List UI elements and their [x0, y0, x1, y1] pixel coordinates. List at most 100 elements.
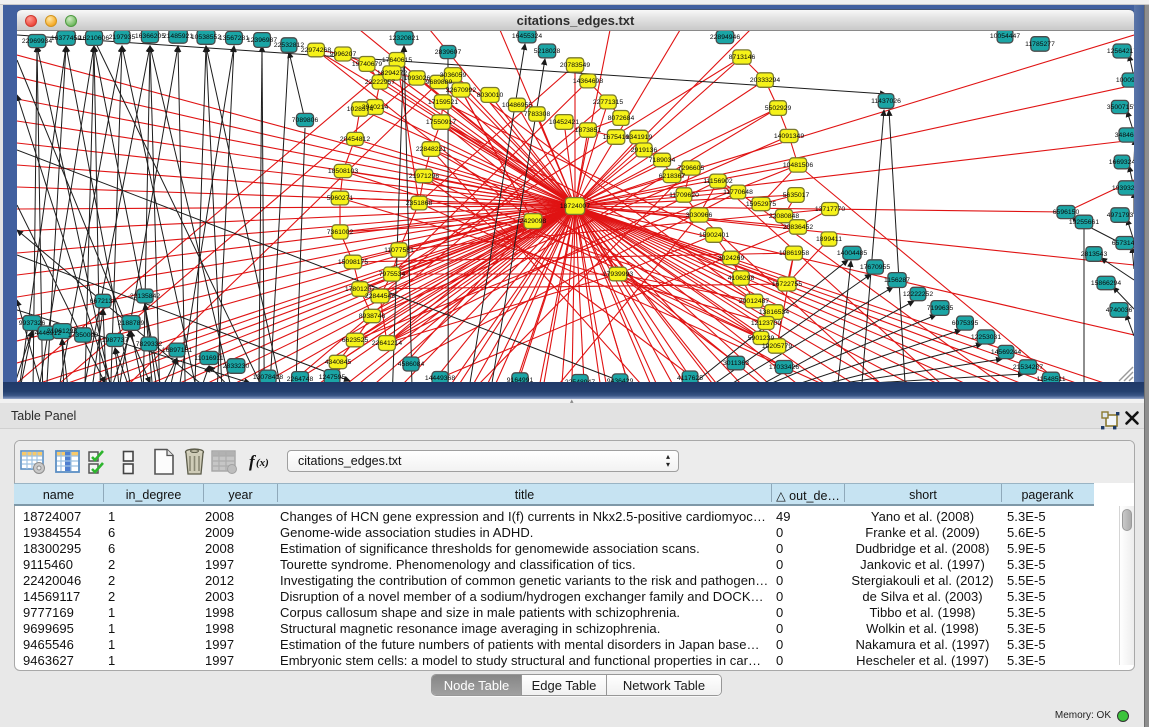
svg-text:4740036: 4740036 [1106, 307, 1133, 314]
svg-text:5901239: 5901239 [748, 335, 775, 342]
svg-text:5218028: 5218028 [534, 48, 561, 55]
svg-text:18508103: 18508103 [328, 168, 358, 175]
svg-text:14569244: 14569244 [991, 349, 1021, 356]
svg-text:9937326: 9937326 [19, 320, 46, 327]
svg-text:4340845: 4340845 [325, 359, 352, 366]
svg-text:16366205: 16366205 [135, 33, 165, 40]
svg-text:18294272: 18294272 [377, 70, 407, 77]
svg-text:22894946: 22894946 [710, 34, 740, 41]
svg-text:14004485: 14004485 [837, 250, 867, 257]
svg-text:17939993: 17939993 [603, 271, 633, 278]
svg-text:7189034: 7189034 [649, 157, 676, 164]
svg-text:20454812: 20454812 [340, 136, 370, 143]
svg-text:11077581: 11077581 [384, 247, 414, 254]
svg-text:9164991: 9164991 [507, 377, 534, 382]
svg-text:12222252: 12222252 [903, 291, 933, 298]
svg-text:8072684: 8072684 [608, 115, 635, 122]
svg-text:15952975: 15952975 [746, 201, 776, 208]
svg-text:11785277: 11785277 [1025, 41, 1055, 48]
svg-text:22844545: 22844545 [365, 293, 395, 300]
svg-text:6672134: 6672134 [90, 298, 117, 305]
svg-text:16722755: 16722755 [772, 281, 802, 288]
svg-text:17033426: 17033426 [769, 364, 799, 371]
svg-text:22548947: 22548947 [565, 379, 595, 382]
svg-text:22222957: 22222957 [365, 79, 395, 86]
svg-text:17640615: 17640615 [382, 57, 412, 64]
svg-text:20333294: 20333294 [750, 77, 780, 84]
svg-text:22848221: 22848221 [416, 146, 446, 153]
svg-text:8030010: 8030010 [477, 92, 504, 99]
svg-text:6596150: 6596150 [1053, 209, 1080, 216]
svg-text:1873851: 1873851 [575, 127, 602, 134]
svg-text:7829332: 7829332 [136, 341, 163, 348]
svg-text:17670955: 17670955 [860, 264, 890, 271]
svg-text:10009594: 10009594 [1116, 77, 1134, 84]
svg-text:2188789: 2188789 [118, 320, 145, 327]
svg-text:1156287: 1156287 [884, 277, 910, 284]
svg-text:2813543: 2813543 [1081, 251, 1108, 258]
svg-text:12396987: 12396987 [247, 37, 277, 44]
svg-text:2833230: 2833230 [223, 363, 250, 370]
svg-text:6075395: 6075395 [952, 320, 979, 327]
svg-text:22080848: 22080848 [769, 213, 799, 220]
svg-text:7783308: 7783308 [524, 111, 551, 118]
svg-text:(x): (x) [256, 457, 269, 469]
svg-text:3011363: 3011363 [723, 360, 749, 367]
svg-text:10861958: 10861958 [779, 250, 809, 257]
svg-text:6573147: 6573147 [1112, 240, 1134, 247]
svg-text:7296605: 7296605 [678, 165, 705, 172]
svg-text:1247595: 1247595 [319, 374, 346, 381]
svg-text:22641214: 22641214 [372, 340, 402, 347]
svg-text:12564217: 12564217 [1107, 48, 1134, 55]
svg-text:17550917: 17550917 [426, 119, 456, 126]
svg-text:7975534: 7975534 [379, 271, 406, 278]
svg-text:16455324: 16455324 [512, 33, 542, 40]
svg-text:10205779: 10205779 [762, 343, 792, 350]
svg-text:22969934: 22969934 [22, 38, 52, 45]
svg-text:13567281: 13567281 [219, 35, 249, 42]
svg-text:20012487: 20012487 [739, 298, 769, 305]
svg-text:11709620: 11709620 [669, 192, 699, 199]
svg-text:9689889: 9689889 [426, 79, 453, 86]
svg-text:11770648: 11770648 [723, 189, 753, 196]
svg-text:14091349: 14091349 [774, 133, 804, 140]
svg-text:21534287: 21534287 [1013, 364, 1043, 371]
svg-text:3024269: 3024269 [718, 255, 745, 262]
svg-text:7089806: 7089806 [292, 117, 319, 124]
svg-text:9436429: 9436429 [607, 378, 634, 382]
svg-text:6218367: 6218367 [659, 173, 686, 180]
svg-text:10452421: 10452421 [549, 119, 579, 126]
svg-text:20783549: 20783549 [560, 62, 590, 69]
svg-text:15902401: 15902401 [699, 232, 729, 239]
svg-text:2264748: 2264748 [287, 376, 314, 382]
svg-text:8938746: 8938746 [359, 313, 386, 320]
svg-text:17350099: 17350099 [68, 332, 98, 339]
svg-text:17801207: 17801207 [345, 286, 375, 293]
svg-text:1341919: 1341919 [626, 134, 653, 141]
svg-text:11016911: 11016911 [194, 355, 223, 362]
svg-text:13078418: 13078418 [253, 374, 283, 381]
svg-text:2919136: 2919136 [631, 147, 658, 154]
svg-text:19393286: 19393286 [1112, 185, 1134, 192]
svg-text:7361002: 7361002 [327, 229, 354, 236]
svg-text:13816534: 13816534 [759, 309, 789, 316]
svg-text:11156902: 11156902 [703, 178, 732, 185]
svg-text:3500715: 3500715 [1107, 104, 1134, 111]
svg-text:5502929: 5502929 [765, 105, 792, 112]
svg-text:19740679: 19740679 [352, 61, 382, 68]
svg-text:5960271: 5960271 [327, 195, 354, 202]
svg-text:19255661: 19255661 [1069, 219, 1099, 226]
svg-text:4971793: 4971793 [1107, 212, 1134, 219]
svg-text:1669324: 1669324 [1109, 159, 1134, 166]
svg-text:1987737: 1987737 [102, 337, 129, 344]
svg-text:3484601: 3484601 [1115, 132, 1134, 139]
svg-text:1899411: 1899411 [816, 236, 842, 243]
svg-text:6623525: 6623525 [342, 337, 369, 344]
svg-text:10481506: 10481506 [783, 162, 813, 169]
svg-text:18724007: 18724007 [560, 203, 590, 210]
svg-text:10538552: 10538552 [191, 34, 221, 41]
svg-text:22135842: 22135842 [130, 293, 160, 300]
svg-text:12320821: 12320821 [389, 35, 419, 42]
svg-text:3036059: 3036059 [440, 72, 467, 79]
svg-text:7199635: 7199635 [927, 305, 954, 312]
